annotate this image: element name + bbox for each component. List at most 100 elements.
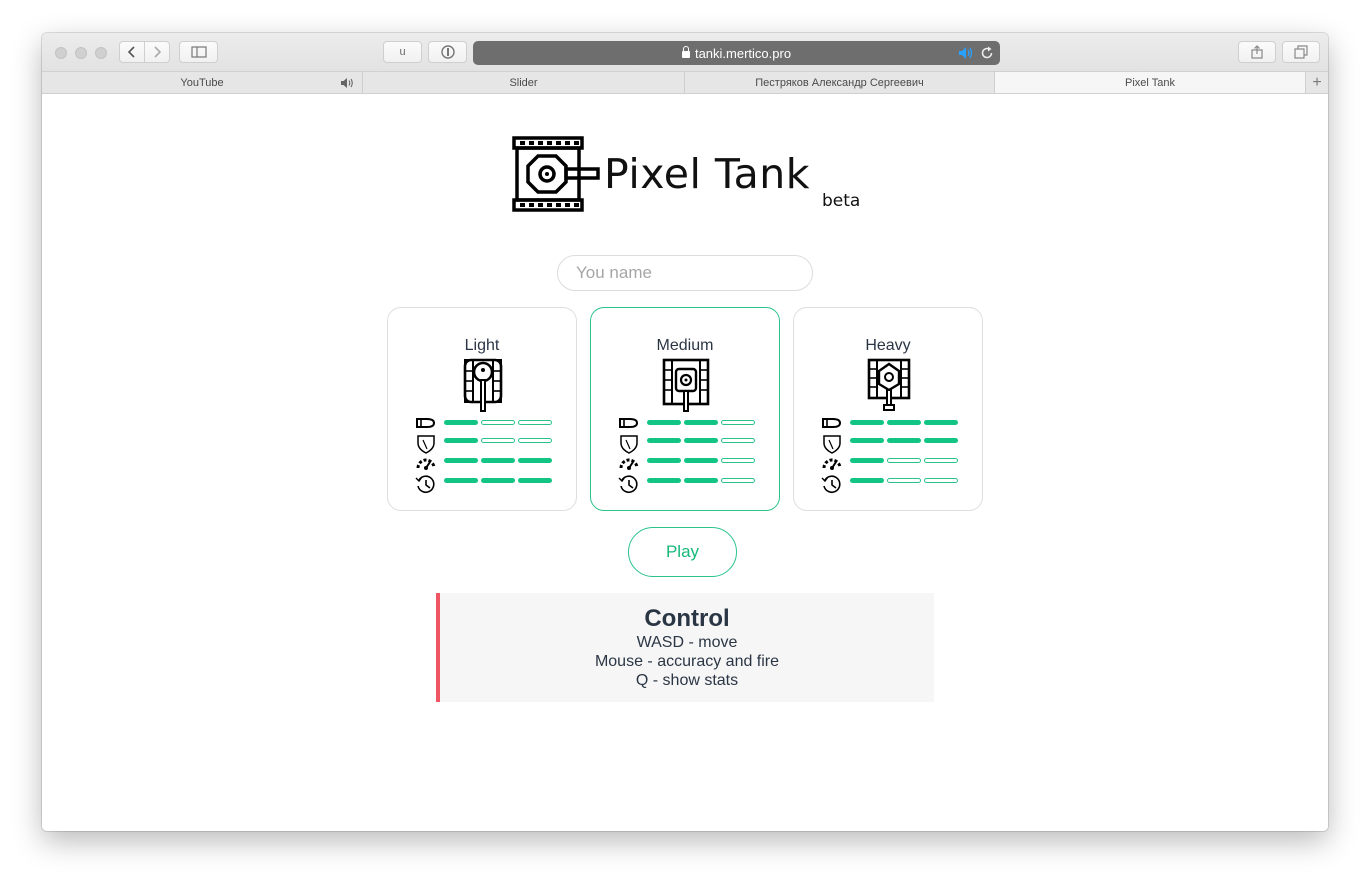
tabs-icon: [1294, 45, 1308, 59]
close-window-button[interactable]: [55, 47, 67, 59]
stat-bar: [481, 478, 515, 483]
tank-name: Light: [464, 337, 500, 354]
sidebar-button[interactable]: [179, 41, 218, 63]
control-line-stats: Q - show stats: [635, 672, 739, 689]
clock-icon: [821, 475, 841, 493]
tab-label: Slider: [509, 76, 538, 89]
reload-icon[interactable]: [980, 46, 994, 60]
control-line-fire: Mouse - accuracy and fire: [594, 653, 780, 670]
bullet-icon: [822, 418, 842, 428]
shield-icon: [417, 435, 435, 454]
reader-button[interactable]: u: [383, 41, 422, 63]
forward-button[interactable]: [144, 41, 170, 63]
share-button[interactable]: [1238, 41, 1276, 63]
stat-bar: [924, 420, 958, 425]
clock-icon: [618, 475, 638, 493]
back-button[interactable]: [119, 41, 145, 63]
stat-bar: [721, 478, 755, 483]
clock-icon: [415, 475, 435, 493]
speedometer-icon: [619, 458, 639, 470]
bullet-icon: [416, 418, 436, 428]
stat-bar: [444, 420, 478, 425]
sidebar-icon: [190, 46, 207, 58]
stat-bar: [887, 478, 921, 483]
speedometer-icon: [416, 458, 436, 470]
tab-youtube[interactable]: YouTube: [42, 72, 363, 93]
stat-bar: [887, 420, 921, 425]
medium-tank-icon: [662, 358, 710, 412]
stat-bar: [924, 458, 958, 463]
stat-bar: [481, 438, 515, 443]
tank-card-light[interactable]: Light: [387, 307, 577, 511]
beta-badge: beta: [822, 191, 861, 211]
control-panel: Control WASD - move Mouse - accuracy and…: [436, 593, 934, 702]
new-tab-button[interactable]: +: [1306, 72, 1328, 93]
stat-bar: [721, 438, 755, 443]
stat-bar: [887, 438, 921, 443]
stat-bar: [924, 478, 958, 483]
tank-card-medium[interactable]: Medium: [590, 307, 780, 511]
minimize-window-button[interactable]: [75, 47, 87, 59]
stat-bar: [850, 438, 884, 443]
page-content: Pixel Tank beta Light: [42, 94, 1328, 831]
stat-bar: [850, 420, 884, 425]
password-button[interactable]: [428, 41, 467, 63]
control-title: Control: [644, 605, 730, 632]
stat-bar: [444, 458, 478, 463]
url-text: tanki.mertico.pro: [694, 45, 792, 61]
tab-overview-button[interactable]: [1282, 41, 1320, 63]
logo-title: Pixel Tank: [604, 150, 810, 198]
stat-bar: [647, 478, 681, 483]
speaker-icon[interactable]: [340, 77, 356, 89]
stat-bar: [444, 478, 478, 483]
stat-bar: [518, 458, 552, 463]
play-button[interactable]: Play: [628, 527, 737, 577]
zoom-window-button[interactable]: [95, 47, 107, 59]
tab-label: Pixel Tank: [1125, 76, 1175, 89]
tab-pixel-tank[interactable]: Pixel Tank: [995, 72, 1306, 93]
stat-bar: [850, 478, 884, 483]
speaker-icon[interactable]: [958, 46, 974, 60]
stat-bar: [887, 458, 921, 463]
chevron-left-icon: [127, 46, 135, 58]
control-line-move: WASD - move: [636, 634, 738, 651]
stat-bar: [684, 458, 718, 463]
shield-icon: [620, 435, 638, 454]
tab-slider[interactable]: Slider: [363, 72, 685, 93]
reader-button-label: u: [399, 46, 406, 58]
light-tank-icon: [463, 358, 503, 412]
logo: Pixel Tank beta: [512, 136, 872, 212]
shield-icon: [823, 435, 841, 454]
chevron-right-icon: [154, 46, 162, 58]
tank-name: Heavy: [865, 337, 911, 354]
plus-icon: +: [1312, 73, 1322, 91]
tab-profile[interactable]: Пестряков Александр Сергеевич: [685, 72, 995, 93]
stat-bar: [647, 438, 681, 443]
tank-card-heavy[interactable]: Heavy: [793, 307, 983, 511]
lock-icon: [681, 45, 690, 58]
stat-bar: [444, 438, 478, 443]
bullet-icon: [619, 418, 639, 428]
stat-bar: [721, 458, 755, 463]
name-input[interactable]: [557, 255, 813, 291]
stat-bar: [518, 420, 552, 425]
stat-bar: [481, 458, 515, 463]
browser-window: u tanki.mertico.pro YouTube Slider Пестр…: [42, 33, 1328, 831]
speedometer-icon: [822, 458, 842, 470]
stat-bar: [721, 420, 755, 425]
stat-bar: [518, 438, 552, 443]
stat-bar: [647, 458, 681, 463]
stat-bar: [647, 420, 681, 425]
key-icon: [440, 45, 455, 59]
address-bar[interactable]: tanki.mertico.pro: [473, 41, 1000, 65]
stat-bar: [850, 458, 884, 463]
browser-toolbar: u tanki.mertico.pro: [42, 33, 1328, 71]
heavy-tank-icon: [867, 358, 911, 411]
stat-bar: [518, 478, 552, 483]
stat-bar: [684, 478, 718, 483]
stat-bar: [481, 420, 515, 425]
stat-bar: [924, 438, 958, 443]
tab-label: Пестряков Александр Сергеевич: [755, 76, 924, 89]
tank-logo-icon: [512, 136, 600, 212]
tab-label: YouTube: [180, 76, 224, 89]
